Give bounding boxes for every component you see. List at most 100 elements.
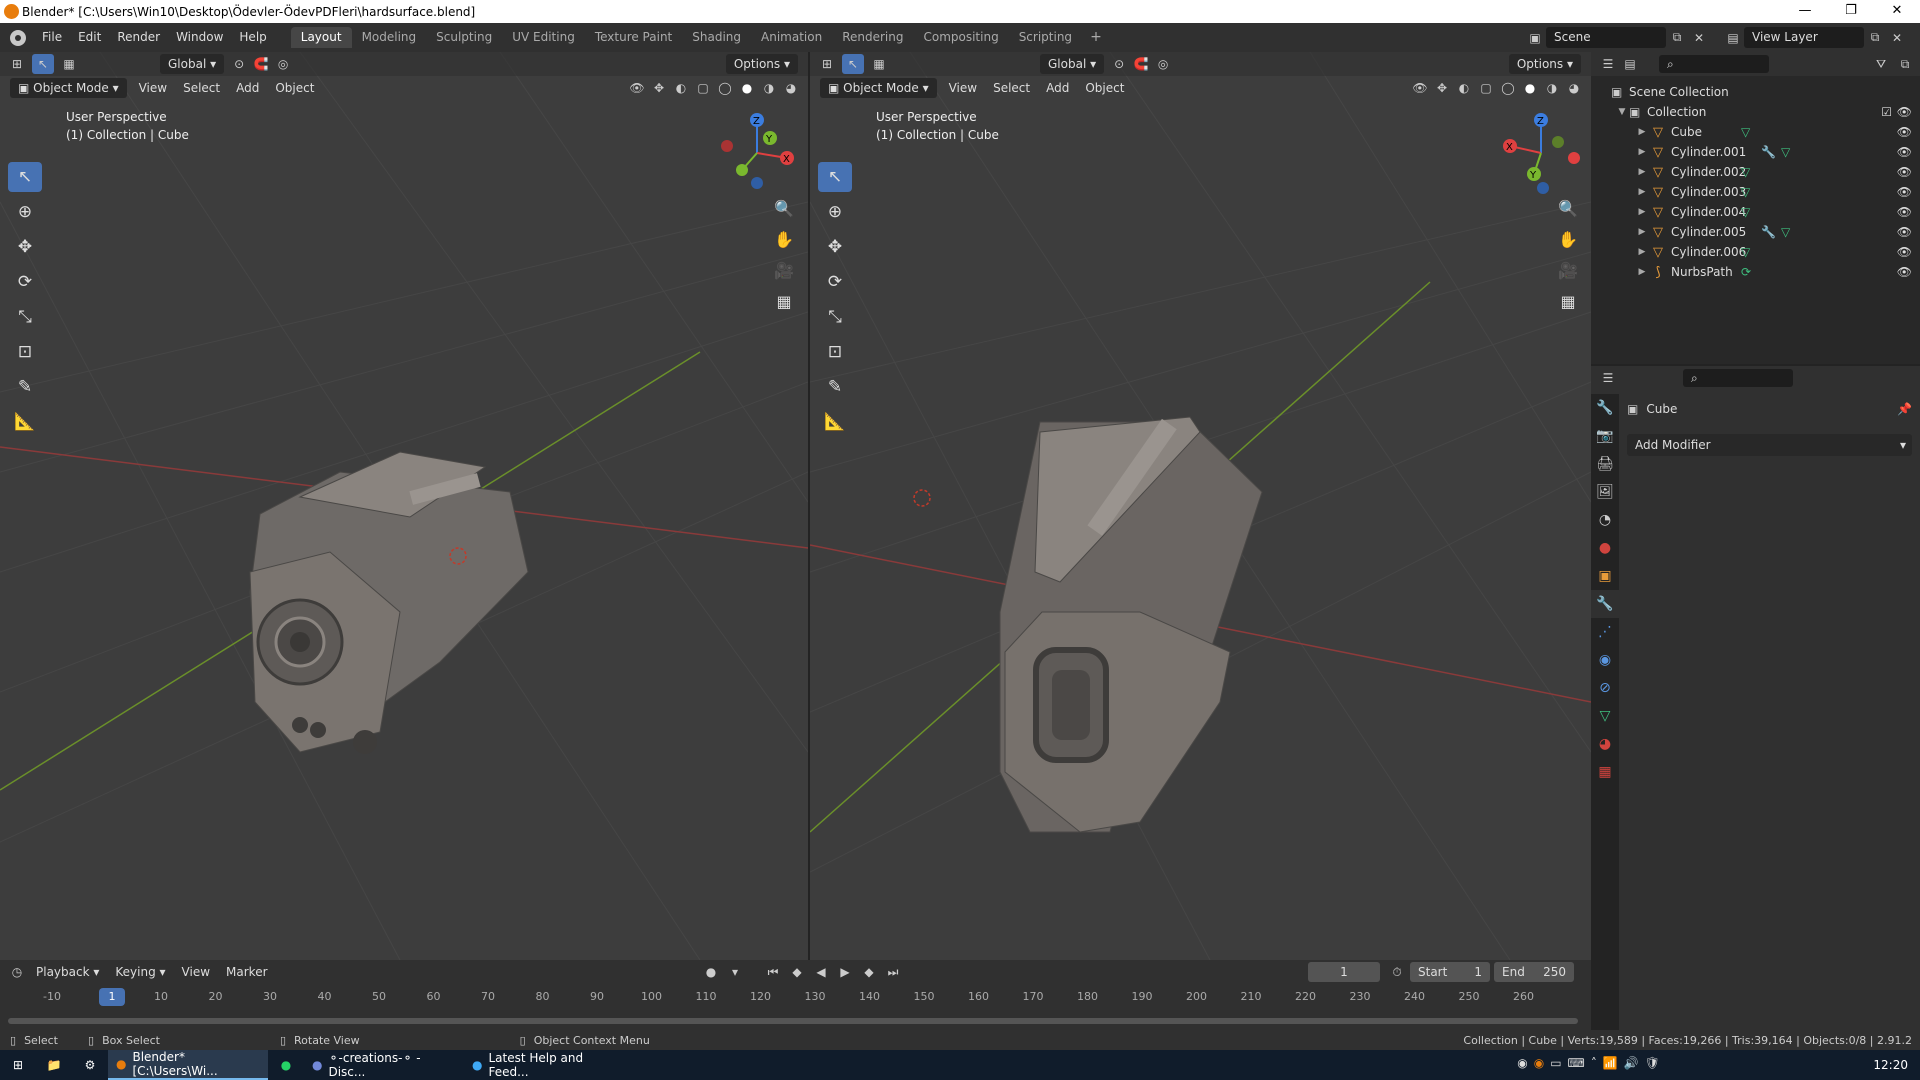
eye-icon[interactable]: 👁 xyxy=(1897,105,1912,119)
annotate-tool-icon[interactable]: ✎ xyxy=(8,372,42,402)
close-button[interactable]: ✕ xyxy=(1874,0,1920,23)
remove-view-layer-icon[interactable]: ✕ xyxy=(1886,28,1908,48)
select-mode-icon[interactable]: ↖ xyxy=(32,54,54,74)
rotate-tool-icon[interactable]: ⟳ xyxy=(8,267,42,297)
transform-orientation-dropdown-right[interactable]: Global ▾ xyxy=(1040,54,1105,74)
view-menu-right[interactable]: View xyxy=(941,81,985,95)
battery-icon[interactable]: ▭ xyxy=(1550,1056,1561,1070)
taskbar-discord[interactable]: ● ⚬-creations-⚬ - Disc... xyxy=(304,1050,464,1080)
select-box-tool-icon[interactable]: ↖ xyxy=(8,162,42,192)
outliner-item[interactable]: ▶ ▽ Cylinder.001 🔧 ▽ 👁 xyxy=(1591,142,1920,162)
physics-tab-icon[interactable]: ◉ xyxy=(1591,646,1619,674)
menu-render[interactable]: Render xyxy=(109,23,168,52)
marker-menu[interactable]: Marker xyxy=(218,965,275,979)
timeline-scrollbar[interactable] xyxy=(8,1018,1578,1024)
tab-compositing[interactable]: Compositing xyxy=(913,27,1008,48)
expand-triangle-icon[interactable]: ▶ xyxy=(1635,167,1649,177)
network-icon[interactable]: 📶 xyxy=(1603,1056,1618,1070)
pan-hand-icon-right[interactable]: ✋ xyxy=(1554,225,1582,253)
minimize-button[interactable]: — xyxy=(1782,0,1828,23)
record-icon[interactable]: ● xyxy=(700,962,722,982)
transform-orientation-dropdown[interactable]: Global ▾ xyxy=(160,54,225,74)
play-reverse-icon[interactable]: ◀ xyxy=(810,962,832,982)
move-tool-icon[interactable]: ✥ xyxy=(8,232,42,262)
rendered-shading-icon-right[interactable]: ◕ xyxy=(1563,78,1585,98)
discord-tray-icon[interactable]: ◉ xyxy=(1517,1056,1527,1070)
camera-icon-right[interactable]: 🎥 xyxy=(1554,256,1582,284)
menu-help[interactable]: Help xyxy=(231,23,274,52)
add-menu-right[interactable]: Add xyxy=(1038,81,1077,95)
eye-icon[interactable]: 👁 xyxy=(1897,145,1912,159)
annotate-tool-icon-right[interactable]: ✎ xyxy=(818,372,852,402)
rotate-tool-icon-right[interactable]: ⟳ xyxy=(818,267,852,297)
expand-triangle-icon[interactable]: ▶ xyxy=(1635,247,1649,257)
add-workspace-icon[interactable]: + xyxy=(1082,27,1110,48)
perspective-grid-icon[interactable]: ▦ xyxy=(770,287,798,315)
scene-collection-row[interactable]: ▣ Scene Collection xyxy=(1591,82,1920,102)
xray-icon-right[interactable]: ▢ xyxy=(1475,78,1497,98)
next-keyframe-icon[interactable]: ◆ xyxy=(858,962,880,982)
expand-triangle-icon[interactable]: ▶ xyxy=(1635,267,1649,277)
camera-icon[interactable]: 🎥 xyxy=(770,256,798,284)
proportional-edit-icon[interactable]: ◎ xyxy=(272,54,294,74)
xray-icon[interactable]: ▢ xyxy=(692,78,714,98)
gizmo-toggle-icon-right[interactable]: ✥ xyxy=(1431,78,1453,98)
move-tool-icon-right[interactable]: ✥ xyxy=(818,232,852,262)
visibility-icon[interactable]: 👁 xyxy=(626,78,648,98)
expand-triangle-icon[interactable]: ▶ xyxy=(1635,227,1649,237)
render-tab-icon[interactable]: 📷 xyxy=(1591,422,1619,450)
taskbar-edge[interactable]: ● Latest Help and Feed... xyxy=(464,1050,624,1080)
end-frame-field[interactable]: End 250 xyxy=(1494,962,1574,982)
outliner-item[interactable]: ▶ ▽ Cylinder.004 ▽ 👁 xyxy=(1591,202,1920,222)
play-icon[interactable]: ▶ xyxy=(834,962,856,982)
view-layer-field[interactable]: View Layer xyxy=(1744,27,1864,48)
outliner-item[interactable]: ▶ ⟆ NurbsPath ⟳ 👁 xyxy=(1591,262,1920,282)
outliner-item[interactable]: ▶ ▽ Cylinder.003 ▽ 👁 xyxy=(1591,182,1920,202)
output-tab-icon[interactable]: 🖨 xyxy=(1591,450,1619,478)
options-dropdown[interactable]: Options ▾ xyxy=(725,54,798,74)
viewport-left[interactable]: ⊞ ↖ ▦ Global ▾ ⊙ 🧲 ◎ Options ▾ ▣ Object … xyxy=(0,52,808,960)
view-layer-icon[interactable]: ▤ xyxy=(1722,28,1744,48)
cursor-tool-icon[interactable]: ⊕ xyxy=(8,197,42,227)
expand-triangle-icon[interactable]: ▶ xyxy=(1635,207,1649,217)
scale-tool-icon-right[interactable]: ⤡ xyxy=(818,302,852,332)
material-shading-icon[interactable]: ◑ xyxy=(758,78,780,98)
scene-name-field[interactable]: Scene xyxy=(1546,27,1666,48)
overlay-icon[interactable]: ◐ xyxy=(670,78,692,98)
playback-menu[interactable]: Playback ▾ xyxy=(28,965,107,979)
new-scene-icon[interactable]: ⧉ xyxy=(1666,28,1688,48)
new-collection-icon[interactable]: ⧉ xyxy=(1894,54,1916,74)
remove-scene-icon[interactable]: ✕ xyxy=(1688,28,1710,48)
zoom-icon[interactable]: 🔍 xyxy=(770,194,798,222)
timeline-editor-icon[interactable]: ◷ xyxy=(6,962,28,982)
snap-icon[interactable]: 🧲 xyxy=(250,54,272,74)
snap-icon-right[interactable]: 🧲 xyxy=(1130,54,1152,74)
chevron-up-icon[interactable]: ˄ xyxy=(1591,1056,1597,1070)
whatsapp-icon[interactable]: ● xyxy=(268,1050,304,1080)
timeline-ruler[interactable]: -10 1 10 20 30 40 50 60 70 80 90 100 110 120 130 140 150… xyxy=(0,986,1591,1008)
add-menu[interactable]: Add xyxy=(228,81,267,95)
menu-window[interactable]: Window xyxy=(168,23,231,52)
overlay-icon-right[interactable]: ◐ xyxy=(1453,78,1475,98)
menu-edit[interactable]: Edit xyxy=(70,23,109,52)
language-icon[interactable]: ⌨ xyxy=(1568,1056,1585,1070)
axis-gizmo-right[interactable]: Z X Y xyxy=(1496,108,1586,198)
tab-uv-editing[interactable]: UV Editing xyxy=(502,27,585,48)
gizmo-toggle-icon[interactable]: ✥ xyxy=(648,78,670,98)
keying-menu[interactable]: Keying ▾ xyxy=(107,965,173,979)
measure-tool-icon[interactable]: 📐 xyxy=(8,407,42,437)
restore-button[interactable]: ❐ xyxy=(1828,0,1874,23)
options-dropdown-right[interactable]: Options ▾ xyxy=(1508,54,1581,74)
expand-triangle-icon[interactable]: ▼ xyxy=(1615,107,1629,117)
filter-icon[interactable]: ⛛ xyxy=(1870,54,1892,74)
scene-tab-icon[interactable]: ◔ xyxy=(1591,506,1619,534)
expand-triangle-icon[interactable]: ▶ xyxy=(1635,127,1649,137)
texture-tab-icon[interactable]: ▦ xyxy=(1591,758,1619,786)
data-tab-icon[interactable]: ▽ xyxy=(1591,702,1619,730)
expand-triangle-icon[interactable]: ▶ xyxy=(1635,147,1649,157)
constraints-tab-icon[interactable]: ⊘ xyxy=(1591,674,1619,702)
add-modifier-dropdown[interactable]: Add Modifier ▾ xyxy=(1627,434,1912,456)
tab-scripting[interactable]: Scripting xyxy=(1009,27,1082,48)
volume-icon[interactable]: 🔊 xyxy=(1624,1056,1639,1070)
tab-layout[interactable]: Layout xyxy=(290,27,352,48)
